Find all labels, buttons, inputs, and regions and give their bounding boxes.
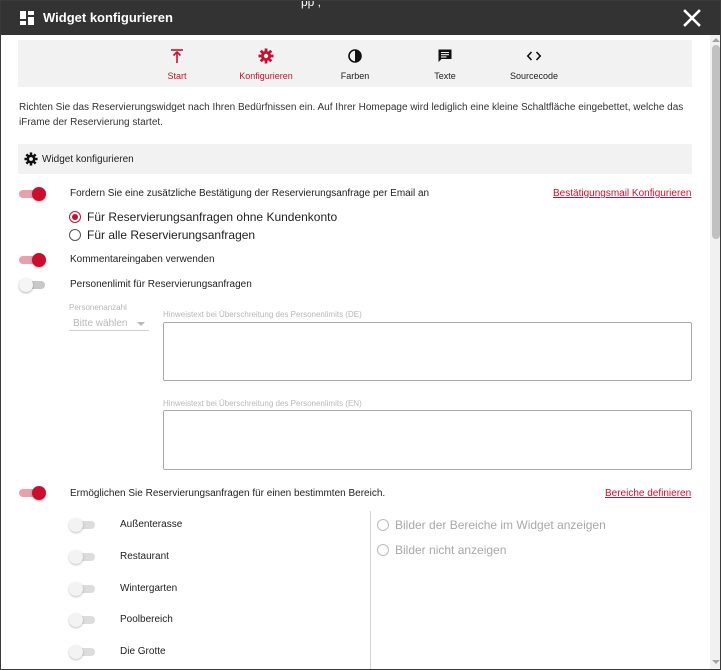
comments-toggle[interactable] [19, 253, 47, 267]
dialog-titlebar: pp , Widget konfigurieren [1, 0, 720, 35]
contrast-icon [348, 49, 362, 63]
radio-without-account[interactable] [69, 211, 81, 223]
area-toggle-aussenterasse[interactable] [69, 518, 97, 532]
tab-konfigurieren-label: Konfigurieren [239, 71, 293, 81]
radio-without-account-label: Für Reservierungsanfragen ohne Kundenkon… [87, 210, 338, 224]
hint-de-textarea[interactable] [163, 322, 692, 381]
areas-label: Ermöglichen Sie Reservierungsanfragen fü… [70, 488, 386, 499]
tab-konfigurieren[interactable]: Konfigurieren [234, 40, 298, 87]
radio-hide-images-label: Bilder nicht anzeigen [395, 543, 507, 557]
radio-hide-images[interactable] [377, 544, 389, 556]
radio-show-area-images-label: Bilder der Bereiche im Widget anzeigen [395, 518, 606, 532]
gear-icon [24, 152, 38, 166]
area-label: Restaurant [120, 551, 169, 562]
vertical-divider [370, 511, 371, 669]
tab-bar: Start Konfigurieren Farben Texte Sourcec… [18, 40, 692, 87]
tab-farben[interactable]: Farben [328, 40, 382, 87]
message-icon [438, 49, 452, 62]
vertical-align-top-icon [171, 49, 183, 63]
area-label: Die Grotte [120, 646, 166, 657]
confirmation-toggle[interactable] [19, 187, 47, 201]
area-toggle-restaurant[interactable] [69, 550, 97, 564]
section-title: Widget konfigurieren [42, 154, 134, 165]
area-toggle-wintergarten[interactable] [69, 582, 97, 596]
section-header: Widget konfigurieren [18, 144, 692, 174]
tab-farben-label: Farben [340, 71, 370, 81]
hint-en-label: Hinweistext bei Überschreitung des Perso… [163, 399, 362, 408]
vertical-scrollbar[interactable] [710, 35, 720, 669]
dialog-content: Start Konfigurieren Farben Texte Sourcec… [1, 35, 710, 669]
tab-sourcecode[interactable]: Sourcecode [504, 40, 564, 87]
tab-start[interactable]: Start [149, 40, 205, 87]
person-count-select[interactable]: Bitte wählen [69, 315, 149, 331]
hint-de-label: Hinweistext bei Überschreitung des Perso… [163, 310, 362, 319]
hint-en-textarea[interactable] [163, 410, 692, 470]
area-toggle-poolbereich[interactable] [69, 613, 97, 627]
gear-icon [258, 48, 274, 64]
person-count-label: Personenanzahl [69, 303, 127, 312]
code-icon [526, 51, 542, 61]
scroll-down-icon[interactable] [712, 660, 720, 664]
intro-text: Richten Sie das Reservierungswidget nach… [19, 102, 684, 128]
close-icon[interactable] [681, 7, 703, 29]
tab-texte[interactable]: Texte [418, 40, 472, 87]
tab-start-label: Start [167, 71, 187, 81]
confirmation-mail-link[interactable]: Bestätigungsmail Konfigurieren [553, 188, 691, 199]
tab-sourcecode-label: Sourcecode [509, 71, 559, 81]
dashboard-icon [20, 11, 34, 25]
person-limit-toggle[interactable] [19, 278, 47, 292]
chevron-down-icon [137, 322, 145, 326]
person-count-value: Bitte wählen [73, 318, 128, 329]
radio-all-requests[interactable] [69, 229, 81, 241]
scrollbar-thumb[interactable] [712, 45, 720, 239]
radio-show-area-images[interactable] [377, 519, 389, 531]
dialog-title: Widget konfigurieren [43, 10, 173, 25]
define-areas-link[interactable]: Bereiche definieren [605, 488, 691, 499]
background-text-glimpse: pp , [301, 0, 322, 9]
area-label: Außenterasse [120, 519, 183, 530]
radio-all-requests-label: Für alle Reservierungsanfragen [87, 228, 256, 242]
confirmation-label: Fordern Sie eine zusätzliche Bestätigung… [70, 188, 430, 199]
area-label: Wintergarten [120, 583, 178, 594]
person-limit-label: Personenlimit für Reservierungsanfragen [70, 279, 252, 290]
area-toggle-die-grotte[interactable] [69, 645, 97, 659]
tab-texte-label: Texte [434, 71, 456, 81]
widget-config-dialog: pp , Widget konfigurieren Start Konfigur… [0, 0, 721, 670]
areas-toggle[interactable] [19, 486, 47, 500]
area-label: Poolbereich [120, 614, 173, 625]
scroll-up-icon[interactable] [712, 38, 720, 42]
comments-label: Kommentareingaben verwenden [70, 254, 215, 265]
